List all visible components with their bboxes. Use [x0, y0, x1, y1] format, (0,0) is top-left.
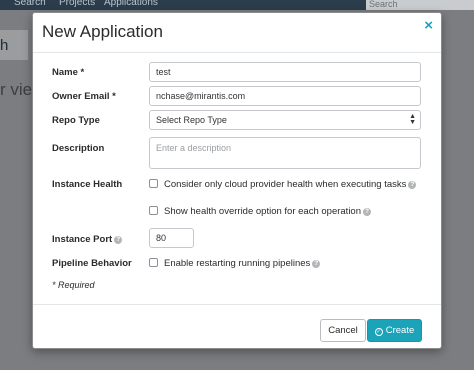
create-button[interactable]: ✓ Create: [367, 319, 422, 342]
modal-title: New Application: [42, 22, 163, 41]
pipeline-behavior-label: Pipeline Behavior: [52, 258, 132, 269]
global-search-input[interactable]: Search: [366, 0, 474, 10]
instance-port-input[interactable]: 80: [149, 228, 194, 248]
health-override-option[interactable]: Show health override option for each ope…: [149, 206, 371, 217]
cancel-button[interactable]: Cancel: [320, 319, 366, 342]
modal-footer: Cancel ✓ Create: [33, 304, 441, 350]
restart-pipelines-text: Enable restarting running pipelines: [164, 258, 311, 269]
health-override-checkbox[interactable]: [149, 206, 158, 215]
select-arrows-icon: ▲ ▼: [409, 113, 416, 126]
owner-email-input[interactable]: nchase@mirantis.com: [149, 86, 421, 106]
description-textarea[interactable]: [149, 137, 421, 169]
help-icon[interactable]: ?: [312, 260, 321, 268]
help-icon[interactable]: ?: [408, 181, 417, 189]
nav-link-search[interactable]: Search: [14, 0, 46, 8]
repo-type-label: Repo Type: [52, 115, 100, 126]
restart-pipelines-checkbox[interactable]: [149, 258, 158, 267]
background-text-fragment: h: [0, 37, 9, 54]
instance-port-label: Instance Port?: [52, 234, 123, 245]
repo-type-select[interactable]: Select Repo Type ▲ ▼: [149, 110, 421, 130]
name-input[interactable]: test: [149, 62, 421, 82]
health-override-text: Show health override option for each ope…: [164, 206, 361, 217]
instance-port-label-text: Instance Port: [52, 234, 113, 245]
cloud-provider-health-checkbox[interactable]: [149, 179, 158, 188]
description-label: Description: [52, 143, 105, 154]
required-note: * Required: [52, 280, 95, 290]
instance-health-label: Instance Health: [52, 179, 123, 190]
owner-email-label: Owner Email *: [52, 91, 116, 102]
nav-link-applications[interactable]: Applications: [104, 0, 158, 8]
name-label: Name *: [52, 67, 85, 78]
new-application-modal: New Application × Name * test Owner Emai…: [32, 12, 442, 349]
nav-link-projects[interactable]: Projects: [59, 0, 95, 8]
top-navigation: Search Projects Applications Search: [0, 0, 474, 10]
help-icon[interactable]: ?: [114, 236, 123, 244]
cloud-provider-health-option[interactable]: Consider only cloud provider health when…: [149, 179, 417, 190]
cloud-provider-health-text: Consider only cloud provider health when…: [164, 179, 407, 190]
check-circle-icon: ✓: [374, 328, 383, 336]
create-button-label: Create: [385, 325, 415, 336]
help-icon[interactable]: ?: [363, 208, 371, 216]
repo-type-selected-value: Select Repo Type: [156, 115, 227, 125]
restart-pipelines-option[interactable]: Enable restarting running pipelines?: [149, 258, 321, 269]
close-icon[interactable]: ×: [424, 17, 433, 34]
modal-header: New Application ×: [33, 13, 441, 53]
